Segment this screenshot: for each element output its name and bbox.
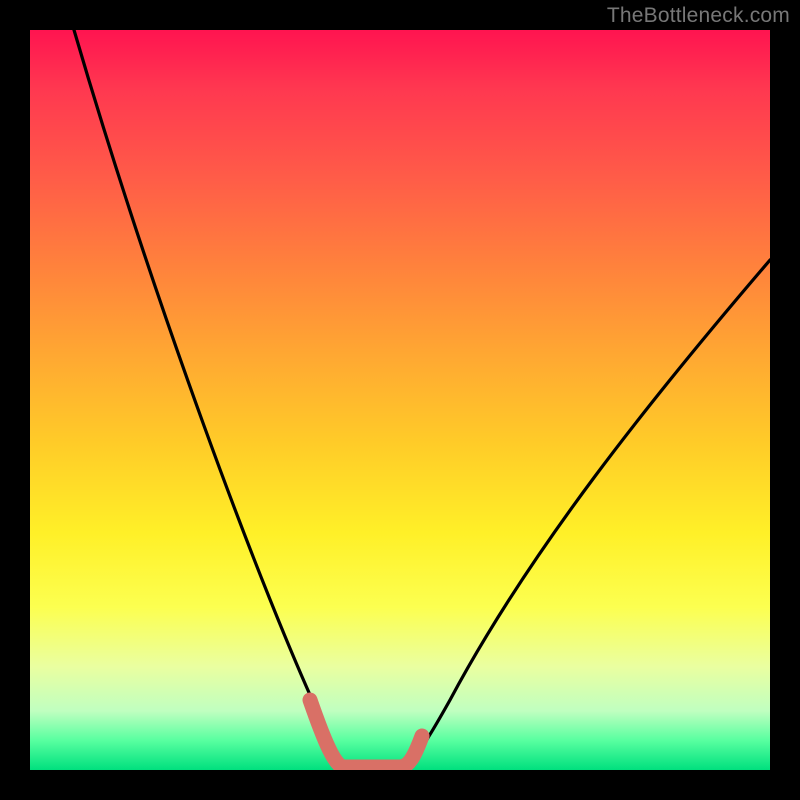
watermark-text: TheBottleneck.com [607, 4, 790, 28]
chart-plot-area [30, 30, 770, 770]
curve-main [74, 30, 770, 768]
chart-frame: TheBottleneck.com [0, 0, 800, 800]
curve-highlight [310, 700, 422, 767]
chart-curves [30, 30, 770, 770]
